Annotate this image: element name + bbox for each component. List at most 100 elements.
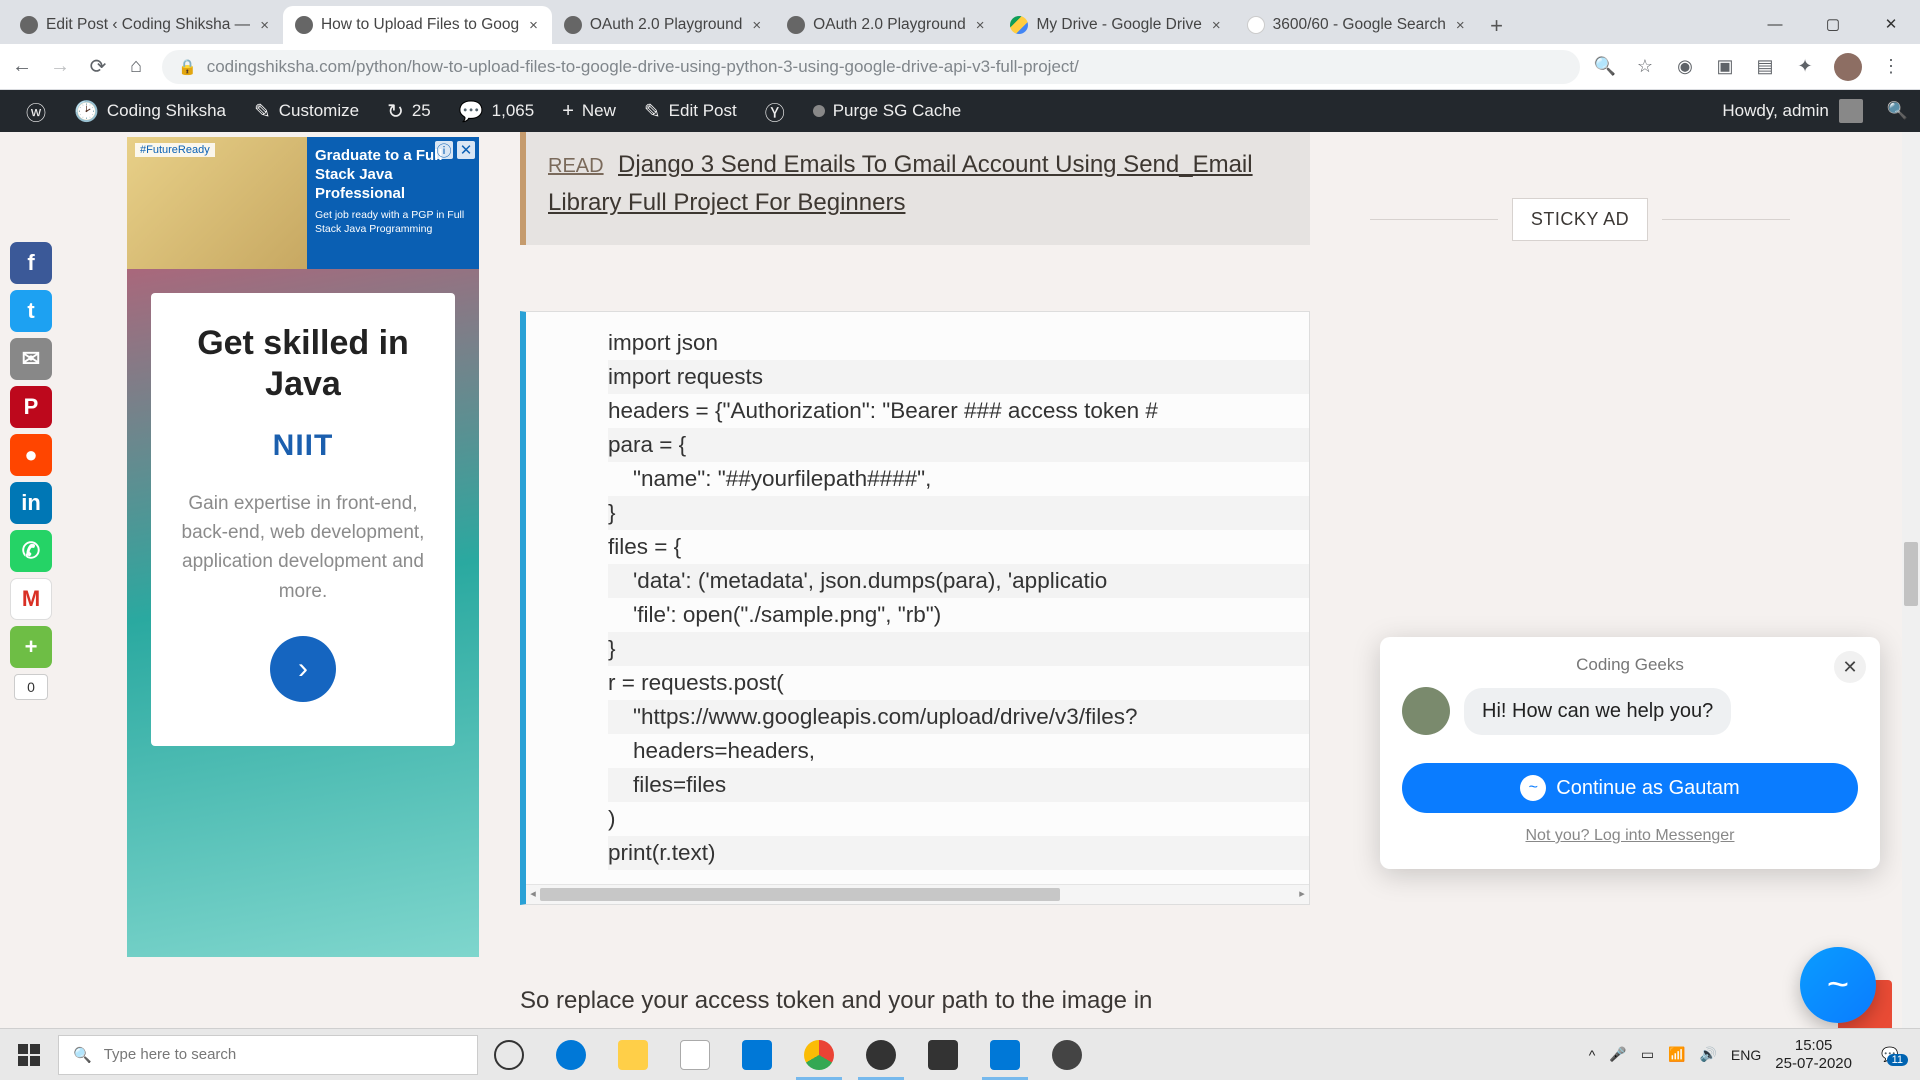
- tab-google-search[interactable]: 3600/60 - Google Search×: [1235, 6, 1479, 44]
- task-chrome[interactable]: [788, 1029, 850, 1080]
- tab-drive[interactable]: My Drive - Google Drive×: [998, 6, 1234, 44]
- task-app[interactable]: [1036, 1029, 1098, 1080]
- tab-oauth-2[interactable]: OAuth 2.0 Playground×: [775, 6, 998, 44]
- tab-close-icon[interactable]: ×: [974, 15, 987, 36]
- share-rail: f t ✉ P ● in ✆ M + 0: [10, 242, 52, 700]
- tray-lang[interactable]: ENG: [1731, 1047, 1761, 1063]
- share-facebook[interactable]: f: [10, 242, 52, 284]
- forward-button[interactable]: →: [48, 55, 72, 79]
- wp-admin-bar: ⓦ 🕑Coding Shiksha ✎Customize ↻25 💬1,065 …: [0, 90, 1920, 132]
- ad-card[interactable]: Get skilled in Java NIIT Gain expertise …: [151, 293, 455, 746]
- task-mail[interactable]: [726, 1029, 788, 1080]
- new-tab-button[interactable]: +: [1479, 8, 1515, 44]
- ad-card-title: Get skilled in Java: [175, 323, 431, 405]
- wp-yoast[interactable]: Ⓨ: [751, 90, 799, 132]
- share-email[interactable]: ✉: [10, 338, 52, 380]
- wp-comments[interactable]: 💬1,065: [445, 90, 548, 132]
- tray-volume-icon[interactable]: 🔊: [1699, 1046, 1716, 1063]
- tray-mic-icon[interactable]: 🎤: [1609, 1046, 1626, 1063]
- ad-cta-button[interactable]: ›: [270, 636, 336, 702]
- url-host: codingshiksha.com: [207, 57, 352, 76]
- home-button[interactable]: ⌂: [124, 55, 148, 79]
- wp-revisions[interactable]: ↻25: [373, 90, 445, 132]
- minimize-button[interactable]: —: [1746, 4, 1804, 44]
- code-h-scrollbar[interactable]: ◂ ▸: [526, 884, 1309, 904]
- start-button[interactable]: [0, 1029, 58, 1080]
- tray-wifi-icon[interactable]: 📶: [1668, 1046, 1685, 1063]
- extensions-icon[interactable]: ✦: [1794, 56, 1816, 78]
- profile-avatar[interactable]: [1834, 53, 1862, 81]
- messenger-continue-button[interactable]: ~Continue as Gautam: [1402, 763, 1858, 813]
- share-linkedin[interactable]: in: [10, 482, 52, 524]
- tab-close-icon[interactable]: ×: [258, 15, 271, 36]
- task-explorer[interactable]: [602, 1029, 664, 1080]
- sticky-ad-label: STICKY AD: [1512, 198, 1648, 241]
- sidebar-ad: #FutureReady ⓘ✕ Graduate to a Full Stack…: [127, 137, 479, 957]
- ad-close-icon[interactable]: ✕: [457, 141, 475, 159]
- wp-howdy[interactable]: Howdy, admin: [1722, 101, 1828, 121]
- tab-close-icon[interactable]: ×: [1210, 15, 1223, 36]
- window-controls: — ▢ ✕: [1746, 4, 1920, 44]
- maximize-button[interactable]: ▢: [1804, 4, 1862, 44]
- address-bar[interactable]: 🔒 codingshiksha.com/python/how-to-upload…: [162, 50, 1580, 84]
- translate-icon[interactable]: ▤: [1754, 56, 1776, 78]
- tray-clock[interactable]: 15:0525-07-2020: [1775, 1037, 1852, 1073]
- scroll-right-arrow[interactable]: ▸: [1295, 885, 1309, 904]
- task-cortana[interactable]: [478, 1029, 540, 1080]
- wp-logo[interactable]: ⓦ: [12, 90, 60, 132]
- camera-icon[interactable]: ▣: [1714, 56, 1736, 78]
- tab-oauth-1[interactable]: OAuth 2.0 Playground×: [552, 6, 775, 44]
- zoom-icon[interactable]: 🔍: [1594, 56, 1616, 78]
- share-whatsapp[interactable]: ✆: [10, 530, 52, 572]
- tab-close-icon[interactable]: ×: [1454, 15, 1467, 36]
- messenger-widget: Coding Geeks ✕ Hi! How can we help you? …: [1380, 637, 1880, 869]
- tray-chevron-up-icon[interactable]: ^: [1589, 1047, 1596, 1063]
- task-edge[interactable]: [540, 1029, 602, 1080]
- url-path: /python/how-to-upload-files-to-google-dr…: [351, 57, 1079, 76]
- task-obs[interactable]: [850, 1029, 912, 1080]
- messenger-alt-login[interactable]: Not you? Log into Messenger: [1402, 827, 1858, 845]
- eye-icon[interactable]: ◉: [1674, 56, 1696, 78]
- messenger-title: Coding Geeks: [1402, 655, 1858, 675]
- search-icon: 🔍: [73, 1046, 92, 1064]
- article-main: READ Django 3 Send Emails To Gmail Accou…: [520, 132, 1310, 1019]
- scroll-thumb[interactable]: [540, 888, 1060, 901]
- messenger-fab[interactable]: ~: [1800, 947, 1876, 1023]
- page-v-scrollbar[interactable]: [1902, 132, 1920, 1028]
- reload-button[interactable]: ⟳: [86, 55, 110, 79]
- ad-info-icon[interactable]: ⓘ: [435, 141, 453, 159]
- tray-notifications[interactable]: 💬11: [1866, 1046, 1914, 1063]
- task-vscode[interactable]: [974, 1029, 1036, 1080]
- tab-edit-post[interactable]: Edit Post ‹ Coding Shiksha —×: [8, 6, 283, 44]
- code-lines[interactable]: import jsonimport requestsheaders = {"Au…: [526, 312, 1309, 884]
- messenger-greeting: Hi! How can we help you?: [1464, 688, 1731, 735]
- share-gmail[interactable]: M: [10, 578, 52, 620]
- tray-battery-icon[interactable]: ▭: [1641, 1046, 1654, 1063]
- tab-close-icon[interactable]: ×: [750, 15, 763, 36]
- task-store[interactable]: [664, 1029, 726, 1080]
- share-twitter[interactable]: t: [10, 290, 52, 332]
- v-scroll-thumb[interactable]: [1904, 542, 1918, 606]
- wp-search-icon[interactable]: 🔍: [1873, 101, 1908, 121]
- share-reddit[interactable]: ●: [10, 434, 52, 476]
- wp-new[interactable]: +New: [548, 90, 630, 132]
- tab-close-icon[interactable]: ×: [527, 15, 540, 36]
- wp-avatar[interactable]: [1839, 99, 1863, 123]
- chrome-menu-icon[interactable]: ⋮: [1880, 56, 1902, 78]
- tab-active[interactable]: How to Upload Files to Goog×: [283, 6, 552, 44]
- wp-edit-post[interactable]: ✎Edit Post: [630, 90, 751, 132]
- bookmark-icon[interactable]: ☆: [1634, 56, 1656, 78]
- back-button[interactable]: ←: [10, 55, 34, 79]
- taskbar-search[interactable]: 🔍Type here to search: [58, 1035, 478, 1075]
- share-more[interactable]: +: [10, 626, 52, 668]
- wp-customize[interactable]: ✎Customize: [240, 90, 373, 132]
- share-pinterest[interactable]: P: [10, 386, 52, 428]
- task-terminal[interactable]: [912, 1029, 974, 1080]
- read-link[interactable]: Django 3 Send Emails To Gmail Account Us…: [548, 151, 1253, 216]
- ad-banner-title: Graduate to a Full Stack Java Profession…: [315, 147, 443, 202]
- close-window-button[interactable]: ✕: [1862, 4, 1920, 44]
- messenger-close-button[interactable]: ✕: [1834, 651, 1866, 683]
- wp-purge-cache[interactable]: Purge SG Cache: [799, 90, 976, 132]
- wp-site-name[interactable]: 🕑Coding Shiksha: [60, 90, 240, 132]
- scroll-left-arrow[interactable]: ◂: [526, 885, 540, 904]
